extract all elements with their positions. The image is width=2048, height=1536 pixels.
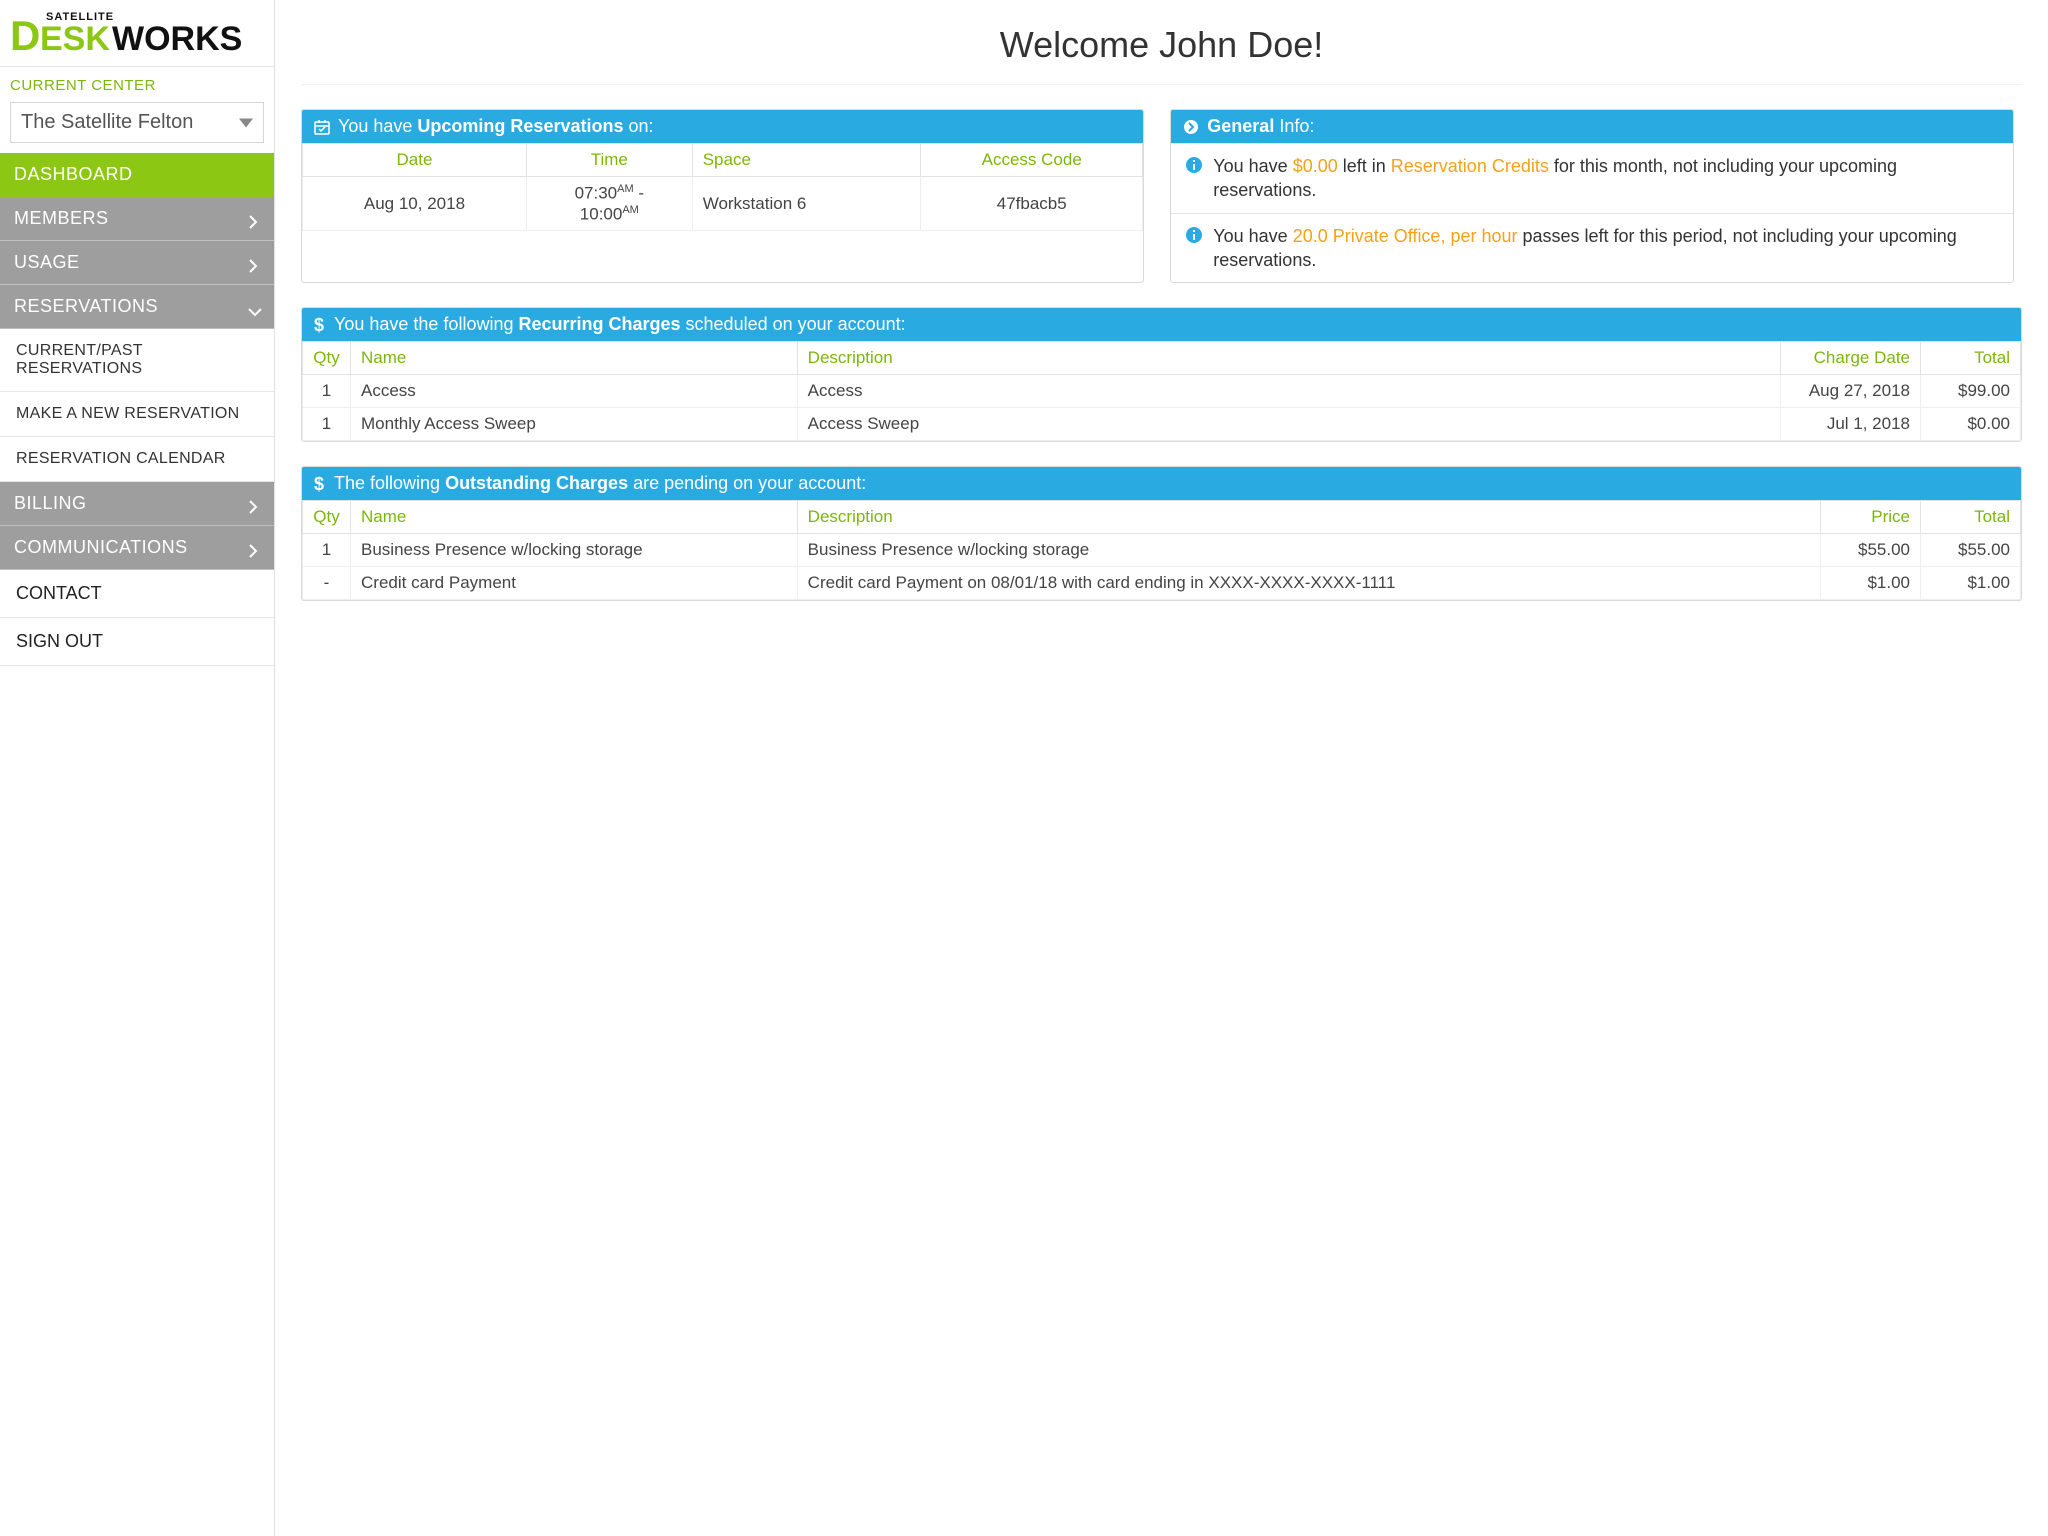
credit-amount: $0.00 — [1293, 156, 1338, 176]
cell-date: Aug 10, 2018 — [303, 177, 527, 231]
col-desc: Description — [797, 342, 1780, 375]
sidebar-sub-new-reservation[interactable]: MAKE A NEW RESERVATION — [0, 392, 274, 437]
sidebar-item-label: USAGE — [14, 252, 80, 273]
info-icon — [1185, 156, 1203, 180]
header-text-pre: You have — [338, 116, 417, 136]
sidebar-item-contact[interactable]: CONTACT — [0, 570, 274, 618]
col-name: Name — [351, 342, 798, 375]
svg-text:D: D — [10, 12, 40, 59]
sidebar-item-members[interactable]: MEMBERS — [0, 197, 274, 241]
sidebar-sub-current-past[interactable]: CURRENT/PAST RESERVATIONS — [0, 329, 274, 392]
info-passes: You have 20.0 Private Office, per hour p… — [1171, 213, 2012, 283]
reservation-credits-link[interactable]: Reservation Credits — [1391, 156, 1549, 176]
chevron-right-icon — [248, 542, 260, 554]
reservations-table: Date Time Space Access Code Aug 10, 2018… — [302, 143, 1143, 231]
col-time: Time — [526, 144, 692, 177]
sidebar-item-usage[interactable]: USAGE — [0, 241, 274, 285]
sidebar-item-dashboard[interactable]: DASHBOARD — [0, 153, 274, 197]
page-title: Welcome John Doe! — [301, 0, 2022, 85]
sidebar-item-signout[interactable]: SIGN OUT — [0, 618, 274, 666]
chevron-right-icon — [248, 257, 260, 269]
nav: DASHBOARD MEMBERS USAGE RESERVATIONS — [0, 153, 274, 666]
table-row: 1 Business Presence w/locking storage Bu… — [303, 534, 2021, 567]
col-total: Total — [1921, 342, 2021, 375]
chevron-down-icon — [239, 111, 253, 134]
sidebar-item-label: CONTACT — [16, 583, 102, 603]
chevron-down-icon — [248, 301, 260, 313]
col-name: Name — [351, 501, 798, 534]
svg-text:$: $ — [314, 474, 324, 494]
cell-space: Workstation 6 — [692, 177, 920, 231]
sidebar-sub-reservation-calendar[interactable]: RESERVATION CALENDAR — [0, 437, 274, 482]
panel-header: General Info: — [1171, 110, 2012, 143]
main: Welcome John Doe! You have Upcoming Rese… — [275, 0, 2048, 1536]
sidebar-item-label: SIGN OUT — [16, 631, 103, 651]
arrow-circle-right-icon — [1183, 119, 1199, 135]
sidebar-item-communications[interactable]: COMMUNICATIONS — [0, 526, 274, 570]
svg-text:ESK: ESK — [40, 20, 110, 58]
current-center-label: CURRENT CENTER — [0, 67, 274, 98]
col-qty: Qty — [303, 342, 351, 375]
col-access-code: Access Code — [921, 144, 1143, 177]
header-text-bold: Outstanding Charges — [445, 473, 628, 493]
panel-outstanding-charges: $ The following Outstanding Charges are … — [301, 466, 2022, 601]
chevron-right-icon — [248, 498, 260, 510]
col-price: Price — [1821, 501, 1921, 534]
dollar-icon: $ — [314, 475, 326, 493]
svg-text:WORKS: WORKS — [112, 20, 242, 58]
cell-time: 07:30AM - 10:00AM — [526, 177, 692, 231]
cell-code: 47fbacb5 — [921, 177, 1143, 231]
sidebar-item-label: RESERVATION CALENDAR — [16, 450, 226, 467]
panel-header: $ The following Outstanding Charges are … — [302, 467, 2021, 500]
passes-amount: 20.0 Private Office, per hour — [1293, 226, 1518, 246]
sidebar: SATELLITE D ESK WORKS CURRENT CENTER The… — [0, 0, 275, 1536]
panel-general-info: General Info: You have $0.00 left in Res… — [1170, 109, 2013, 283]
calendar-icon — [314, 119, 330, 135]
outstanding-table: Qty Name Description Price Total 1 Busin… — [302, 500, 2021, 600]
header-text-bold: General — [1207, 116, 1274, 136]
table-row: Aug 10, 2018 07:30AM - 10:00AM Workstati… — [303, 177, 1143, 231]
info-icon — [1185, 226, 1203, 250]
header-text-pre: You have the following — [334, 314, 518, 334]
header-text-post: scheduled on your account: — [681, 314, 906, 334]
sidebar-item-reservations[interactable]: RESERVATIONS — [0, 285, 274, 329]
sidebar-item-label: DASHBOARD — [14, 164, 133, 185]
recurring-table: Qty Name Description Charge Date Total 1… — [302, 341, 2021, 441]
svg-text:$: $ — [314, 315, 324, 335]
chevron-right-icon — [248, 213, 260, 225]
panel-header: $ You have the following Recurring Charg… — [302, 308, 2021, 341]
col-space: Space — [692, 144, 920, 177]
col-qty: Qty — [303, 501, 351, 534]
col-total: Total — [1921, 501, 2021, 534]
col-desc: Description — [797, 501, 1820, 534]
panel-upcoming-reservations: You have Upcoming Reservations on: Date … — [301, 109, 1144, 283]
table-row: 1 Monthly Access Sweep Access Sweep Jul … — [303, 408, 2021, 441]
header-text-bold: Recurring Charges — [518, 314, 680, 334]
info-reservation-credits: You have $0.00 left in Reservation Credi… — [1171, 143, 2012, 213]
header-text-pre: The following — [334, 473, 445, 493]
sidebar-item-label: BILLING — [14, 493, 87, 514]
col-date: Date — [303, 144, 527, 177]
sidebar-item-label: COMMUNICATIONS — [14, 537, 188, 558]
panel-header: You have Upcoming Reservations on: — [302, 110, 1143, 143]
center-select-value: The Satellite Felton — [21, 111, 193, 133]
dollar-icon: $ — [314, 316, 326, 334]
col-date: Charge Date — [1781, 342, 1921, 375]
sidebar-item-label: CURRENT/PAST RESERVATIONS — [16, 342, 143, 377]
logo: SATELLITE D ESK WORKS — [0, 0, 274, 67]
center-select[interactable]: The Satellite Felton — [10, 102, 264, 143]
header-text-post: Info: — [1274, 116, 1314, 136]
table-row: 1 Access Access Aug 27, 2018 $99.00 — [303, 375, 2021, 408]
sidebar-item-billing[interactable]: BILLING — [0, 482, 274, 526]
header-text-post: on: — [623, 116, 653, 136]
sidebar-item-label: MAKE A NEW RESERVATION — [16, 405, 240, 422]
header-text-post: are pending on your account: — [628, 473, 866, 493]
sidebar-item-label: MEMBERS — [14, 208, 109, 229]
table-row: - Credit card Payment Credit card Paymen… — [303, 567, 2021, 600]
header-text-bold: Upcoming Reservations — [417, 116, 623, 136]
panel-recurring-charges: $ You have the following Recurring Charg… — [301, 307, 2022, 442]
sidebar-item-label: RESERVATIONS — [14, 296, 158, 317]
